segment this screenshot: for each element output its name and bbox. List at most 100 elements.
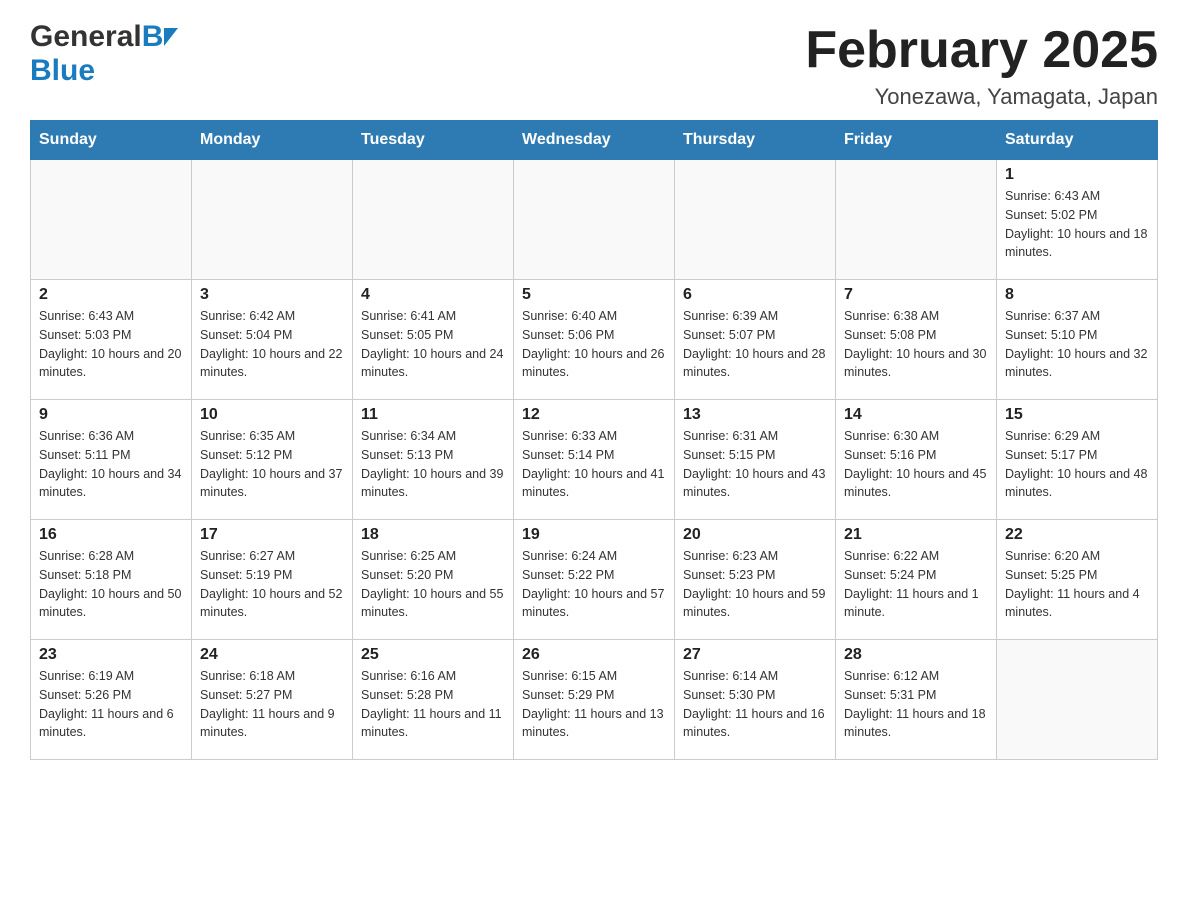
day-info: Sunrise: 6:31 AMSunset: 5:15 PMDaylight:… bbox=[683, 427, 827, 502]
logo-blue-text: Blue bbox=[30, 54, 95, 87]
day-info: Sunrise: 6:16 AMSunset: 5:28 PMDaylight:… bbox=[361, 667, 505, 742]
day-number: 14 bbox=[844, 406, 988, 424]
calendar-cell: 1Sunrise: 6:43 AMSunset: 5:02 PMDaylight… bbox=[997, 160, 1158, 280]
calendar-cell: 3 Sunrise: 6:42 AMSunset: 5:04 PMDaylight… bbox=[192, 280, 353, 400]
day-info: Sunrise: 6:23 AMSunset: 5:23 PMDaylight:… bbox=[683, 547, 827, 622]
day-number: 3 bbox=[200, 286, 344, 304]
calendar-cell: 2 Sunrise: 6:43 AMSunset: 5:03 PMDaylight… bbox=[31, 280, 192, 400]
day-info: Sunrise: 6:24 AMSunset: 5:22 PMDaylight:… bbox=[522, 547, 666, 622]
calendar-cell: 18 Sunrise: 6:25 AMSunset: 5:20 PMDayligh… bbox=[353, 520, 514, 640]
calendar-cell: 12 Sunrise: 6:33 AMSunset: 5:14 PMDayligh… bbox=[514, 400, 675, 520]
calendar-cell bbox=[997, 640, 1158, 760]
day-number: 20 bbox=[683, 526, 827, 544]
day-number: 24 bbox=[200, 646, 344, 664]
col-tuesday: Tuesday bbox=[353, 121, 514, 160]
calendar-cell: 5 Sunrise: 6:40 AMSunset: 5:06 PMDaylight… bbox=[514, 280, 675, 400]
logo-arrow-icon bbox=[164, 28, 178, 46]
day-number: 6 bbox=[683, 286, 827, 304]
col-sunday: Sunday bbox=[31, 121, 192, 160]
logo-general-text: GeneralB bbox=[30, 20, 163, 54]
day-info: Sunrise: 6:42 AMSunset: 5:04 PMDaylight:… bbox=[200, 307, 344, 382]
calendar-cell: 25 Sunrise: 6:16 AMSunset: 5:28 PMDayligh… bbox=[353, 640, 514, 760]
day-number: 7 bbox=[844, 286, 988, 304]
calendar-cell: 7 Sunrise: 6:38 AMSunset: 5:08 PMDaylight… bbox=[836, 280, 997, 400]
col-wednesday: Wednesday bbox=[514, 121, 675, 160]
day-number: 17 bbox=[200, 526, 344, 544]
calendar-cell bbox=[836, 160, 997, 280]
calendar-week-row: 23 Sunrise: 6:19 AMSunset: 5:26 PMDayligh… bbox=[31, 640, 1158, 760]
day-number: 25 bbox=[361, 646, 505, 664]
calendar-cell: 20 Sunrise: 6:23 AMSunset: 5:23 PMDayligh… bbox=[675, 520, 836, 640]
day-info: Sunrise: 6:34 AMSunset: 5:13 PMDaylight:… bbox=[361, 427, 505, 502]
day-info: Sunrise: 6:39 AMSunset: 5:07 PMDaylight:… bbox=[683, 307, 827, 382]
calendar-cell bbox=[192, 160, 353, 280]
day-number: 10 bbox=[200, 406, 344, 424]
calendar-title: February 2025 bbox=[805, 20, 1158, 80]
col-monday: Monday bbox=[192, 121, 353, 160]
day-info: Sunrise: 6:41 AMSunset: 5:05 PMDaylight:… bbox=[361, 307, 505, 382]
calendar-cell: 4 Sunrise: 6:41 AMSunset: 5:05 PMDaylight… bbox=[353, 280, 514, 400]
calendar-cell: 28 Sunrise: 6:12 AMSunset: 5:31 PMDayligh… bbox=[836, 640, 997, 760]
calendar-cell: 17 Sunrise: 6:27 AMSunset: 5:19 PMDayligh… bbox=[192, 520, 353, 640]
header-row: Sunday Monday Tuesday Wednesday Thursday… bbox=[31, 121, 1158, 160]
calendar-cell: 21Sunrise: 6:22 AMSunset: 5:24 PMDayligh… bbox=[836, 520, 997, 640]
calendar-cell bbox=[353, 160, 514, 280]
calendar-cell: 26Sunrise: 6:15 AMSunset: 5:29 PMDayligh… bbox=[514, 640, 675, 760]
day-info: Sunrise: 6:30 AMSunset: 5:16 PMDaylight:… bbox=[844, 427, 988, 502]
calendar-cell: 27 Sunrise: 6:14 AMSunset: 5:30 PMDayligh… bbox=[675, 640, 836, 760]
day-info: Sunrise: 6:20 AMSunset: 5:25 PMDaylight:… bbox=[1005, 547, 1149, 622]
day-number: 22 bbox=[1005, 526, 1149, 544]
day-info: Sunrise: 6:28 AMSunset: 5:18 PMDaylight:… bbox=[39, 547, 183, 622]
calendar-cell: 11 Sunrise: 6:34 AMSunset: 5:13 PMDayligh… bbox=[353, 400, 514, 520]
calendar-week-row: 9Sunrise: 6:36 AMSunset: 5:11 PMDaylight… bbox=[31, 400, 1158, 520]
day-info: Sunrise: 6:35 AMSunset: 5:12 PMDaylight:… bbox=[200, 427, 344, 502]
day-number: 1 bbox=[1005, 166, 1149, 184]
day-number: 23 bbox=[39, 646, 183, 664]
day-number: 12 bbox=[522, 406, 666, 424]
day-info: Sunrise: 6:38 AMSunset: 5:08 PMDaylight:… bbox=[844, 307, 988, 382]
day-info: Sunrise: 6:37 AMSunset: 5:10 PMDaylight:… bbox=[1005, 307, 1149, 382]
title-section: February 2025 Yonezawa, Yamagata, Japan bbox=[805, 20, 1158, 110]
calendar-cell: 8 Sunrise: 6:37 AMSunset: 5:10 PMDaylight… bbox=[997, 280, 1158, 400]
calendar-cell bbox=[675, 160, 836, 280]
logo: GeneralB Blue bbox=[30, 20, 178, 88]
day-number: 8 bbox=[1005, 286, 1149, 304]
day-info: Sunrise: 6:15 AMSunset: 5:29 PMDaylight:… bbox=[522, 667, 666, 742]
day-number: 28 bbox=[844, 646, 988, 664]
calendar-cell: 10 Sunrise: 6:35 AMSunset: 5:12 PMDayligh… bbox=[192, 400, 353, 520]
day-number: 5 bbox=[522, 286, 666, 304]
day-info: Sunrise: 6:40 AMSunset: 5:06 PMDaylight:… bbox=[522, 307, 666, 382]
col-friday: Friday bbox=[836, 121, 997, 160]
calendar-cell: 15 Sunrise: 6:29 AMSunset: 5:17 PMDayligh… bbox=[997, 400, 1158, 520]
calendar-cell: 9Sunrise: 6:36 AMSunset: 5:11 PMDaylight… bbox=[31, 400, 192, 520]
day-number: 15 bbox=[1005, 406, 1149, 424]
calendar-week-row: 16 Sunrise: 6:28 AMSunset: 5:18 PMDayligh… bbox=[31, 520, 1158, 640]
day-info: Sunrise: 6:33 AMSunset: 5:14 PMDaylight:… bbox=[522, 427, 666, 502]
day-info: Sunrise: 6:14 AMSunset: 5:30 PMDaylight:… bbox=[683, 667, 827, 742]
calendar-cell: 13 Sunrise: 6:31 AMSunset: 5:15 PMDayligh… bbox=[675, 400, 836, 520]
day-number: 13 bbox=[683, 406, 827, 424]
day-number: 4 bbox=[361, 286, 505, 304]
page-header: GeneralB Blue February 2025 Yonezawa, Ya… bbox=[30, 20, 1158, 110]
day-number: 11 bbox=[361, 406, 505, 424]
day-info: Sunrise: 6:27 AMSunset: 5:19 PMDaylight:… bbox=[200, 547, 344, 622]
calendar-week-row: 2 Sunrise: 6:43 AMSunset: 5:03 PMDaylight… bbox=[31, 280, 1158, 400]
day-info: Sunrise: 6:19 AMSunset: 5:26 PMDaylight:… bbox=[39, 667, 183, 742]
day-info: Sunrise: 6:18 AMSunset: 5:27 PMDaylight:… bbox=[200, 667, 344, 742]
day-number: 27 bbox=[683, 646, 827, 664]
day-number: 16 bbox=[39, 526, 183, 544]
calendar-cell bbox=[514, 160, 675, 280]
calendar-table: Sunday Monday Tuesday Wednesday Thursday… bbox=[30, 120, 1158, 760]
calendar-cell: 24 Sunrise: 6:18 AMSunset: 5:27 PMDayligh… bbox=[192, 640, 353, 760]
calendar-cell: 6 Sunrise: 6:39 AMSunset: 5:07 PMDaylight… bbox=[675, 280, 836, 400]
day-number: 2 bbox=[39, 286, 183, 304]
calendar-week-row: 1Sunrise: 6:43 AMSunset: 5:02 PMDaylight… bbox=[31, 160, 1158, 280]
location-subtitle: Yonezawa, Yamagata, Japan bbox=[805, 84, 1158, 110]
calendar-cell: 22 Sunrise: 6:20 AMSunset: 5:25 PMDayligh… bbox=[997, 520, 1158, 640]
day-info: Sunrise: 6:43 AMSunset: 5:03 PMDaylight:… bbox=[39, 307, 183, 382]
day-info: Sunrise: 6:29 AMSunset: 5:17 PMDaylight:… bbox=[1005, 427, 1149, 502]
calendar-cell: 16 Sunrise: 6:28 AMSunset: 5:18 PMDayligh… bbox=[31, 520, 192, 640]
day-number: 18 bbox=[361, 526, 505, 544]
day-info: Sunrise: 6:25 AMSunset: 5:20 PMDaylight:… bbox=[361, 547, 505, 622]
day-info: Sunrise: 6:12 AMSunset: 5:31 PMDaylight:… bbox=[844, 667, 988, 742]
